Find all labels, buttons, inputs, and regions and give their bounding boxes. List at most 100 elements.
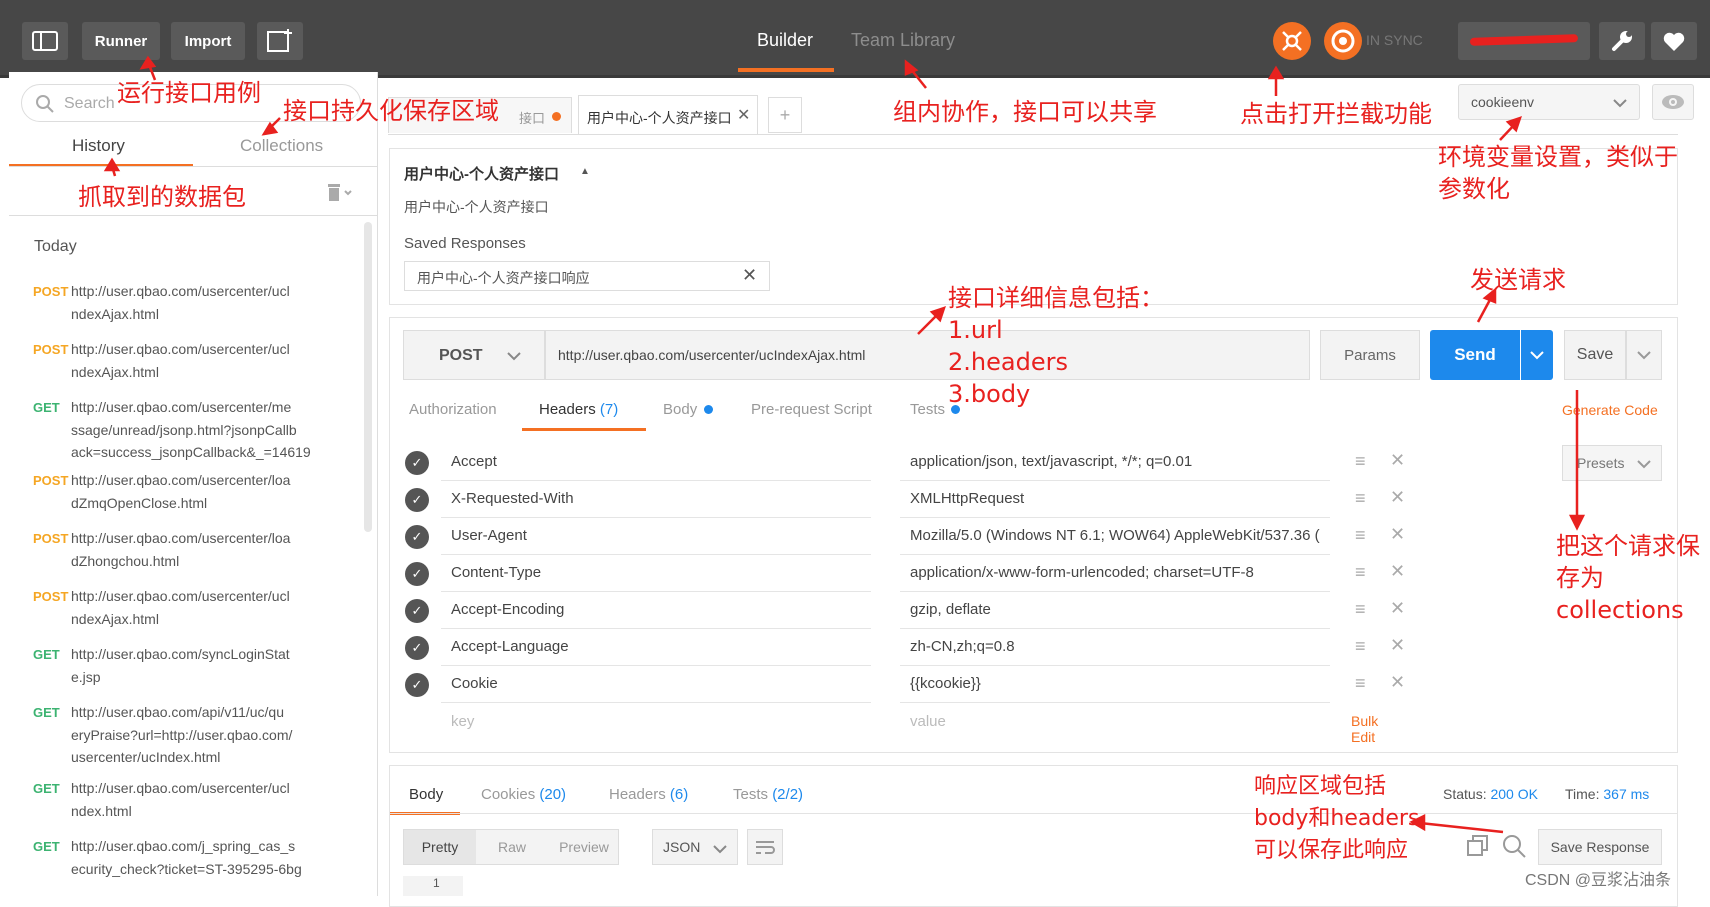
remove-saved-response-icon[interactable]: ✕ [742, 265, 757, 286]
history-item-url: eryPraise?url=http://user.qbao.com/ [71, 727, 293, 743]
header-value-underline [900, 480, 1330, 481]
delete-header-icon[interactable]: ✕ [1390, 450, 1405, 471]
history-item[interactable]: GET http://user.qbao.com/api/v11/uc/qu ery… [33, 701, 333, 768]
url-input[interactable]: http://user.qbao.com/usercenter/ucIndexA… [545, 330, 1310, 380]
header-key[interactable]: Accept [451, 453, 497, 470]
send-options-button[interactable] [1521, 330, 1553, 380]
delete-header-icon[interactable]: ✕ [1390, 561, 1405, 582]
import-button[interactable]: Import [171, 22, 245, 60]
new-window-button[interactable] [257, 22, 303, 60]
delete-header-icon[interactable]: ✕ [1390, 598, 1405, 619]
delete-header-icon[interactable]: ✕ [1390, 672, 1405, 693]
tab-body[interactable]: Body [663, 401, 714, 418]
header-value[interactable]: application/json, text/javascript, */*; … [910, 453, 1320, 470]
header-enabled-checkbox[interactable]: ✓ [405, 451, 429, 475]
header-key[interactable]: Accept-Encoding [451, 601, 564, 618]
delete-header-icon[interactable]: ✕ [1390, 635, 1405, 656]
resp-tab-headers[interactable]: Headers (6) [609, 786, 688, 803]
history-item[interactable]: GET http://user.qbao.com/usercenter/ucl nd… [33, 777, 333, 822]
header-value[interactable]: gzip, deflate [910, 601, 1320, 618]
tab-builder[interactable]: Builder [757, 30, 813, 51]
delete-header-icon[interactable]: ✕ [1390, 487, 1405, 508]
drag-handle-icon[interactable]: ≡ [1355, 451, 1366, 472]
save-button[interactable]: Save [1564, 330, 1626, 380]
sync-button[interactable] [1324, 22, 1362, 60]
header-value[interactable]: Mozilla/5.0 (Windows NT 6.1; WOW64) Appl… [910, 527, 1320, 544]
user-menu-button[interactable] [1458, 22, 1590, 60]
history-item[interactable]: POST http://user.qbao.com/usercenter/loa d… [33, 469, 333, 514]
header-value[interactable]: application/x-www-form-urlencoded; chars… [910, 564, 1320, 581]
header-enabled-checkbox[interactable]: ✓ [405, 525, 429, 549]
drag-handle-icon[interactable]: ≡ [1355, 488, 1366, 509]
raw-button[interactable]: Raw [476, 830, 548, 864]
params-button[interactable]: Params [1320, 330, 1420, 380]
environment-select[interactable]: cookieenv [1458, 84, 1640, 120]
close-tab-icon[interactable]: ✕ [737, 105, 750, 125]
tab-history[interactable]: History [72, 136, 125, 156]
saved-response-item[interactable]: 用户中心-个人资产接口响应 ✕ [404, 261, 770, 291]
tab-authorization[interactable]: Authorization [409, 401, 497, 418]
delete-header-icon[interactable]: ✕ [1390, 524, 1405, 545]
header-enabled-checkbox[interactable]: ✓ [405, 599, 429, 623]
resp-tab-body[interactable]: Body [409, 786, 443, 803]
format-select[interactable]: JSON [652, 829, 738, 865]
header-value[interactable]: zh-CN,zh;q=0.8 [910, 638, 1320, 655]
bulk-edit-link[interactable]: Bulk Edit [1351, 713, 1378, 745]
header-value-input[interactable]: value [910, 713, 1320, 730]
history-item[interactable]: GET http://user.qbao.com/usercenter/me ssa… [33, 396, 333, 463]
tab-collections[interactable]: Collections [240, 136, 323, 156]
send-button[interactable]: Send [1430, 330, 1520, 380]
history-item-url: http://user.qbao.com/syncLoginStat [71, 646, 290, 662]
tab-team-library[interactable]: Team Library [851, 30, 955, 51]
header-key[interactable]: Accept-Language [451, 638, 569, 655]
header-enabled-checkbox[interactable]: ✓ [405, 673, 429, 697]
environment-quicklook-button[interactable] [1652, 84, 1694, 120]
history-item[interactable]: POST http://user.qbao.com/usercenter/loa d… [33, 527, 333, 572]
history-item[interactable]: POST http://user.qbao.com/usercenter/ucl n… [33, 338, 333, 383]
header-value[interactable]: {{kcookie}} [910, 675, 1320, 692]
header-key[interactable]: Content-Type [451, 564, 541, 581]
sidebar-scrollbar[interactable] [364, 222, 372, 532]
runner-button[interactable]: Runner [82, 22, 160, 60]
history-item[interactable]: POST http://user.qbao.com/usercenter/ucl n… [33, 280, 333, 325]
collapse-caret-icon[interactable]: ▲ [580, 166, 590, 177]
header-enabled-checkbox[interactable]: ✓ [405, 636, 429, 660]
favorite-button[interactable] [1651, 22, 1697, 60]
header-enabled-checkbox[interactable]: ✓ [405, 488, 429, 512]
pretty-button[interactable]: Pretty [404, 830, 476, 864]
presets-button[interactable]: Presets [1562, 445, 1662, 481]
toggle-sidebar-button[interactable] [22, 22, 68, 60]
header-key[interactable]: Cookie [451, 675, 498, 692]
drag-handle-icon[interactable]: ≡ [1355, 636, 1366, 657]
copy-button[interactable] [1467, 835, 1489, 860]
save-response-button[interactable]: Save Response [1538, 829, 1662, 865]
header-value[interactable]: XMLHttpRequest [910, 490, 1320, 507]
settings-button[interactable] [1599, 22, 1645, 60]
method-select[interactable]: POST [403, 330, 545, 380]
tab-headers[interactable]: Headers (7) [539, 401, 618, 418]
tab-prerequest-script[interactable]: Pre-request Script [751, 401, 872, 418]
history-item[interactable]: GET http://user.qbao.com/j_spring_cas_s ec… [33, 835, 333, 880]
save-options-button[interactable] [1626, 330, 1662, 380]
header-key[interactable]: User-Agent [451, 527, 527, 544]
drag-handle-icon[interactable]: ≡ [1355, 599, 1366, 620]
drag-handle-icon[interactable]: ≡ [1355, 562, 1366, 583]
history-item-url: ndexAjax.html [71, 306, 159, 322]
generate-code-link[interactable]: Generate Code [1562, 402, 1658, 418]
drag-handle-icon[interactable]: ≡ [1355, 673, 1366, 694]
add-tab-button[interactable]: + [768, 97, 802, 133]
resp-tab-cookies[interactable]: Cookies (20) [481, 786, 566, 803]
header-key[interactable]: X-Requested-With [451, 490, 574, 507]
preview-button[interactable]: Preview [548, 830, 620, 864]
wrap-lines-button[interactable] [747, 829, 783, 865]
interceptor-button[interactable] [1273, 22, 1311, 60]
resp-tab-tests[interactable]: Tests (2/2) [733, 786, 803, 803]
clear-history-button[interactable] [325, 180, 355, 207]
header-enabled-checkbox[interactable]: ✓ [405, 562, 429, 586]
request-tab-2[interactable]: 用户中心-个人资产接口 ✕ [578, 95, 758, 135]
header-key-input[interactable]: key [451, 713, 474, 730]
drag-handle-icon[interactable]: ≡ [1355, 525, 1366, 546]
history-item[interactable]: GET http://user.qbao.com/syncLoginStat e.j… [33, 643, 333, 688]
search-response-button[interactable] [1502, 834, 1526, 861]
history-item[interactable]: POST http://user.qbao.com/usercenter/ucl n… [33, 585, 333, 630]
